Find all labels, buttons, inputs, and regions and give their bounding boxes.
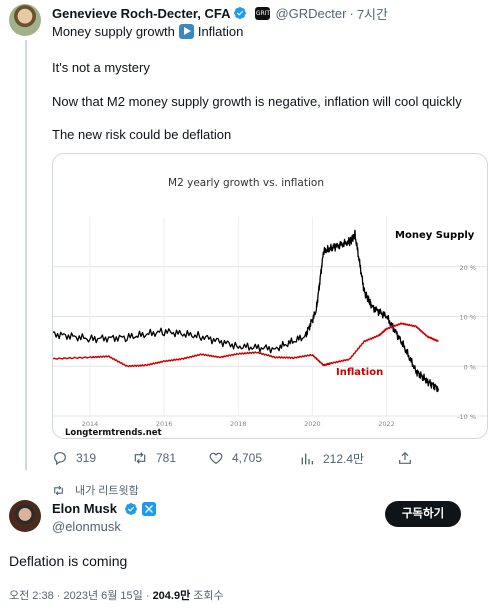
- x-affiliate-badge-icon: [142, 501, 157, 516]
- retweeted-tweet-header: Genevieve Roch-Decter, CFA GRIT @GRDecte…: [52, 4, 388, 22]
- author-name[interactable]: Genevieve Roch-Decter, CFA: [52, 6, 230, 21]
- author-avatar[interactable]: [9, 4, 41, 36]
- tweet-text-line-3: Now that M2 money supply growth is negat…: [52, 94, 462, 109]
- money-supply-label: Money Supply: [395, 230, 475, 241]
- elon-avatar[interactable]: [9, 500, 41, 532]
- reply-button[interactable]: 319: [52, 450, 96, 466]
- tweet-timestamp[interactable]: 오전 2:38 · 2023년 6월 15일 ·: [9, 590, 153, 602]
- tweet-actions: 319 781 4,705 212.4만: [52, 450, 432, 468]
- x-tick-label: 2020: [304, 420, 321, 428]
- y-tick-label: 10 %: [459, 314, 476, 322]
- inflation-label: Inflation: [336, 367, 383, 378]
- subscribe-button[interactable]: 구독하기: [385, 501, 461, 527]
- retweet-note-text[interactable]: 내가 리트윗함: [75, 482, 139, 498]
- views-label: 조회수: [190, 590, 224, 602]
- main-tweet-text: Deflation is coming: [9, 553, 128, 569]
- tweet-text-segment: Inflation: [197, 24, 244, 39]
- retweet-icon: [134, 452, 146, 464]
- m2-inflation-chart: M2 yearly growth vs. inflation 20 % 10 % 0…: [53, 154, 487, 438]
- share-button[interactable]: [397, 450, 413, 466]
- tweet-text-line-1: Money supply growth Inflation: [52, 24, 243, 39]
- like-button[interactable]: 4,705: [208, 450, 262, 466]
- chart-image[interactable]: M2 yearly growth vs. inflation 20 % 10 % 0…: [52, 153, 488, 439]
- main-author-name-row: Elon Musk: [52, 501, 157, 516]
- retweet-button[interactable]: 781: [132, 450, 176, 466]
- reply-icon: [54, 452, 66, 466]
- chart-background: [53, 154, 487, 438]
- reply-count: 319: [76, 451, 97, 465]
- main-author-name[interactable]: Elon Musk: [52, 501, 117, 516]
- play-button-emoji-icon: [178, 24, 194, 39]
- x-tick-label: 2022: [378, 420, 395, 428]
- view-count: 204.9만: [152, 590, 191, 602]
- author-handle[interactable]: @GRDecter: [275, 6, 346, 21]
- views-button[interactable]: 212.4만: [299, 450, 364, 467]
- verified-badge-icon: [234, 7, 247, 19]
- profile-badge-icon: GRIT: [255, 6, 271, 20]
- tweet-text-line-4: The new risk could be deflation: [52, 127, 232, 142]
- y-tick-label: 0 %: [464, 363, 476, 371]
- tweet-meta: 오전 2:38 · 2023년 6월 15일 · 204.9만 조회수: [9, 587, 224, 603]
- retweet-small-icon: [54, 485, 63, 495]
- y-tick-label: -10 %: [457, 413, 476, 421]
- tweet-text-line-2: It's not a mystery: [52, 60, 150, 75]
- share-icon: [399, 451, 411, 464]
- heart-icon: [209, 452, 223, 465]
- views-count: 212.4만: [323, 452, 365, 466]
- chart-title: M2 yearly growth vs. inflation: [168, 177, 324, 189]
- thread-line: [25, 40, 27, 470]
- verified-badge-icon: [125, 502, 137, 515]
- tweet-text-segment: Money supply growth: [52, 24, 175, 39]
- views-bar-chart-icon: [301, 453, 313, 464]
- main-author-handle[interactable]: @elonmusk: [52, 519, 121, 534]
- chart-source-label: Longtermtrends.net: [65, 428, 162, 438]
- retweet-count: 781: [156, 451, 177, 465]
- x-tick-label: 2016: [156, 420, 173, 428]
- like-count: 4,705: [232, 451, 263, 465]
- x-tick-label: 2014: [82, 420, 99, 428]
- tweet-time[interactable]: 7시간: [357, 4, 388, 23]
- y-tick-label: 20 %: [459, 264, 476, 272]
- x-tick-label: 2018: [230, 420, 247, 428]
- separator-dot: ·: [349, 5, 354, 21]
- retweet-note: 내가 리트윗함: [52, 482, 139, 498]
